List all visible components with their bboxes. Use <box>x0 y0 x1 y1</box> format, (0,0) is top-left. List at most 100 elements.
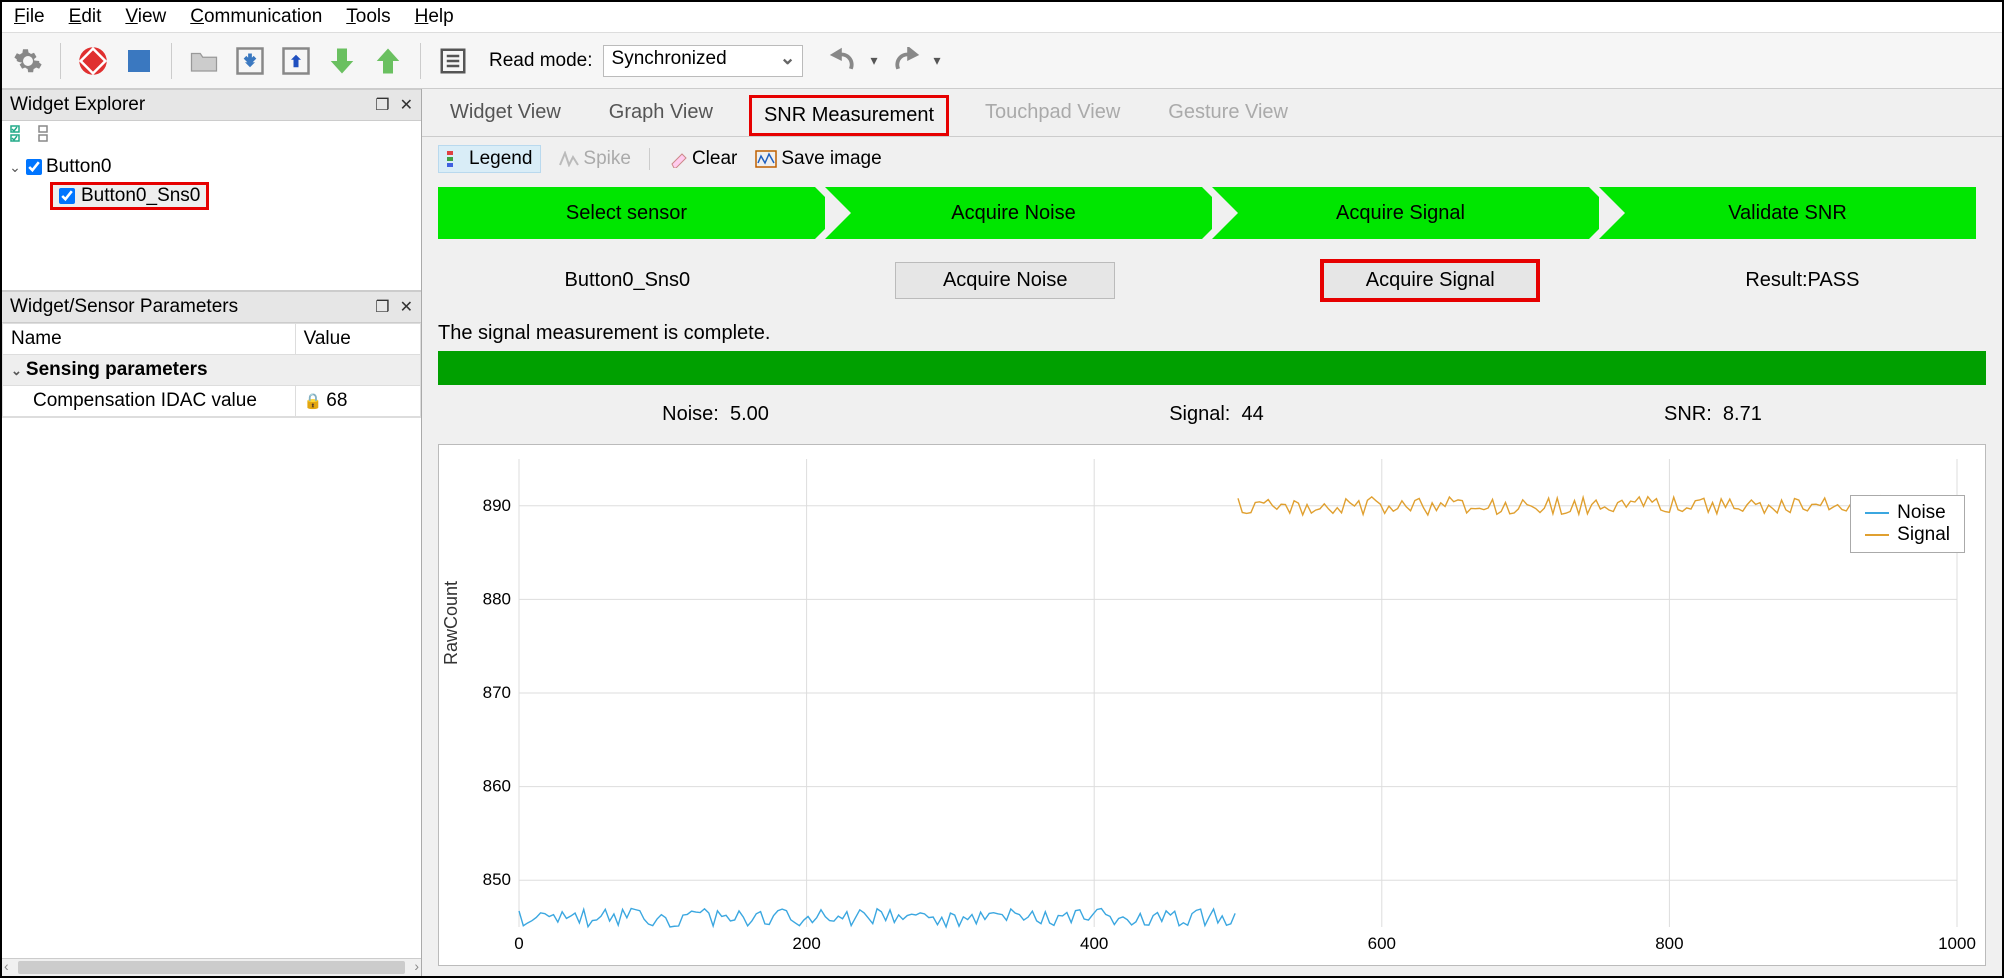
redo-dropdown-icon[interactable]: ▾ <box>934 52 941 69</box>
menu-bar: File Edit View Communication Tools Help <box>2 2 2002 33</box>
svg-text:1000: 1000 <box>1938 934 1976 953</box>
param-group-label: Sensing parameters <box>26 359 208 380</box>
redo-icon[interactable] <box>888 43 924 79</box>
separator <box>649 148 650 170</box>
tree-node-button0-sns0[interactable]: Button0_Sns0 <box>50 182 209 210</box>
col-name: Name <box>3 324 296 355</box>
legend-icon <box>447 151 465 167</box>
stop-icon[interactable] <box>121 43 157 79</box>
disconnect-icon[interactable] <box>75 43 111 79</box>
spike-label: Spike <box>583 148 631 170</box>
open-folder-icon[interactable] <box>186 43 222 79</box>
widget-explorer-title: Widget Explorer <box>10 94 375 116</box>
arrow-down-green-icon[interactable] <box>324 43 360 79</box>
legend-label: Legend <box>469 148 532 170</box>
acquire-noise-button[interactable]: Acquire Noise <box>895 262 1115 299</box>
lock-icon: 🔒 <box>304 393 323 410</box>
clear-button[interactable]: Clear <box>668 148 737 170</box>
legend-toggle[interactable]: Legend <box>438 145 541 173</box>
snr-metric: SNR: 8.71 <box>1664 403 1762 426</box>
check-all-icon[interactable] <box>10 125 30 146</box>
read-mode-select[interactable]: Synchronized <box>603 45 803 77</box>
status-text: The signal measurement is complete. <box>422 322 2002 351</box>
svg-text:400: 400 <box>1080 934 1108 953</box>
scrollbar-thumb[interactable] <box>18 961 405 974</box>
uncheck-all-icon[interactable] <box>38 125 58 146</box>
tree-label: Button0 <box>46 156 112 178</box>
legend-swatch-signal <box>1865 534 1889 536</box>
clear-label: Clear <box>692 148 737 170</box>
right-pane: Widget View Graph View SNR Measurement T… <box>422 89 2002 976</box>
legend-signal: Signal <box>1897 524 1950 546</box>
svg-text:860: 860 <box>483 777 511 796</box>
upload-icon[interactable] <box>278 43 314 79</box>
menu-edit[interactable]: Edit <box>69 6 102 28</box>
download-icon[interactable] <box>232 43 268 79</box>
tab-graph-view[interactable]: Graph View <box>597 95 725 136</box>
menu-file[interactable]: File <box>14 6 45 28</box>
signal-metric: Signal: 44 <box>1169 403 1264 426</box>
eraser-icon <box>668 150 688 168</box>
svg-text:850: 850 <box>483 870 511 889</box>
progress-chevrons: Select sensor Acquire Noise Acquire Sign… <box>422 187 2002 239</box>
tab-gesture-view[interactable]: Gesture View <box>1156 95 1300 136</box>
left-pane: Widget Explorer ❐ ✕ ⌄ <box>2 89 422 976</box>
step-select-sensor: Select sensor <box>438 187 815 239</box>
read-mode-label: Read mode: <box>489 50 593 72</box>
widget-tree: ⌄ Button0 Button0_Sns0 <box>2 150 421 216</box>
menu-view[interactable]: View <box>125 6 166 28</box>
step-acquire-noise: Acquire Noise <box>825 187 1202 239</box>
separator <box>60 43 61 79</box>
sensor-params-header: Widget/Sensor Parameters ❐ ✕ <box>2 291 421 323</box>
restore-icon[interactable]: ❐ <box>375 95 389 115</box>
legend-swatch-noise <box>1865 512 1889 514</box>
save-label: Save image <box>781 148 881 170</box>
tab-widget-view[interactable]: Widget View <box>438 95 573 136</box>
main-toolbar: Read mode: Synchronized ▾ ▾ <box>2 33 2002 89</box>
separator <box>420 43 421 79</box>
svg-text:800: 800 <box>1655 934 1683 953</box>
tree-label: Button0_Sns0 <box>81 185 200 207</box>
menu-communication[interactable]: Communication <box>190 6 322 28</box>
undo-icon[interactable] <box>825 43 861 79</box>
spike-icon <box>559 151 579 167</box>
spike-toggle[interactable]: Spike <box>559 148 631 170</box>
tab-snr-measurement[interactable]: SNR Measurement <box>749 95 949 136</box>
chart: RawCount 8508608708808900200400600800100… <box>438 444 1986 966</box>
gear-icon[interactable] <box>10 43 46 79</box>
result-label: Result:PASS <box>1745 269 1859 292</box>
svg-text:890: 890 <box>483 496 511 515</box>
menu-tools[interactable]: Tools <box>346 6 390 28</box>
param-value: 68 <box>326 390 347 411</box>
tab-touchpad-view[interactable]: Touchpad View <box>973 95 1132 136</box>
tree-checkbox-sns0[interactable] <box>59 188 75 204</box>
menu-help[interactable]: Help <box>415 6 454 28</box>
chart-canvas: 85086087088089002004006008001000 <box>439 445 1985 965</box>
arrow-up-green-icon[interactable] <box>370 43 406 79</box>
param-row[interactable]: Compensation IDAC value 🔒68 <box>3 386 421 417</box>
close-icon[interactable]: ✕ <box>400 297 413 317</box>
tree-node-button0[interactable]: ⌄ Button0 <box>4 154 421 180</box>
acquire-signal-button[interactable]: Acquire Signal <box>1320 259 1540 302</box>
restore-icon[interactable]: ❐ <box>375 297 389 317</box>
collapse-icon[interactable]: ⌄ <box>8 159 22 176</box>
save-image-button[interactable]: Save image <box>755 148 881 170</box>
sub-toolbar: Legend Spike Clear Save image <box>422 137 2002 181</box>
app-window: File Edit View Communication Tools Help <box>0 0 2004 978</box>
close-icon[interactable]: ✕ <box>400 95 413 115</box>
undo-dropdown-icon[interactable]: ▾ <box>871 52 878 69</box>
tree-toolbar <box>2 121 421 150</box>
chart-legend: Noise Signal <box>1850 495 1965 553</box>
svg-text:880: 880 <box>483 589 511 608</box>
horizontal-scrollbar[interactable]: ‹ › <box>2 958 421 976</box>
tree-checkbox-button0[interactable] <box>26 159 42 175</box>
document-icon[interactable] <box>435 43 471 79</box>
separator <box>171 43 172 79</box>
param-group-row[interactable]: ⌄Sensing parameters <box>3 355 421 386</box>
noise-metric: Noise: 5.00 <box>662 403 769 426</box>
svg-text:200: 200 <box>792 934 820 953</box>
legend-noise: Noise <box>1897 502 1946 524</box>
step-acquire-signal: Acquire Signal <box>1212 187 1589 239</box>
col-value: Value <box>295 324 420 355</box>
save-image-icon <box>755 150 777 168</box>
